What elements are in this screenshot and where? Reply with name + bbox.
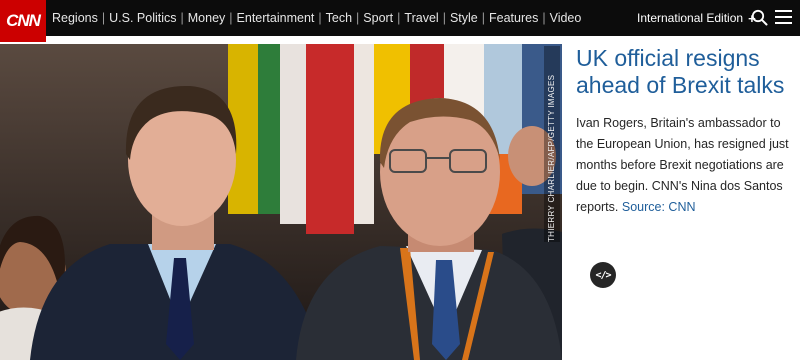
nav-link-us-politics[interactable]: U.S. Politics xyxy=(109,11,176,25)
edition-selector[interactable]: International Edition + xyxy=(637,0,756,36)
nav-separator: | xyxy=(101,11,106,25)
nav-link-sport[interactable]: Sport xyxy=(363,11,393,25)
search-icon[interactable] xyxy=(751,9,768,26)
embed-code-button[interactable]: </> xyxy=(590,262,616,288)
nav-separator: | xyxy=(356,11,360,25)
cnn-logo[interactable]: CNN xyxy=(0,0,46,42)
nav-separator: | xyxy=(542,11,546,25)
nav-separator: | xyxy=(442,11,446,25)
story-photo-illustration xyxy=(0,44,562,360)
nav-separator: | xyxy=(397,11,401,25)
code-icon: </> xyxy=(595,269,611,281)
nav-link-video[interactable]: Video xyxy=(550,11,582,25)
top-navigation-bar: CNN Regions | U.S. Politics | Money | Enter… xyxy=(0,0,800,42)
edition-label: International Edition xyxy=(637,11,744,25)
nav-link-features[interactable]: Features xyxy=(489,11,538,25)
nav-link-travel[interactable]: Travel xyxy=(404,11,438,25)
story-description: Ivan Rogers, Britain's ambassador to the… xyxy=(576,113,798,218)
nav-separator: | xyxy=(318,11,322,25)
nav-link-entertainment[interactable]: Entertainment xyxy=(237,11,315,25)
logo-text: CNN xyxy=(6,11,41,30)
menu-icon[interactable] xyxy=(775,10,792,24)
nav-separator: | xyxy=(481,11,485,25)
nav-link-regions[interactable]: Regions xyxy=(52,11,98,25)
story-photo[interactable] xyxy=(0,44,562,360)
nav-separator: | xyxy=(229,11,233,25)
nav-link-money[interactable]: Money xyxy=(188,11,226,25)
photo-credit-text: THIERRY CHARLIER/AFP/GETTY IMAGES xyxy=(547,74,556,242)
source-link[interactable]: Source: CNN xyxy=(622,200,696,214)
nav-link-style[interactable]: Style xyxy=(450,11,478,25)
section-links: Regions | U.S. Politics | Money | Entertain… xyxy=(52,0,581,36)
nav-link-tech[interactable]: Tech xyxy=(326,11,352,25)
story-headline[interactable]: UK official resigns ahead of Brexit talk… xyxy=(576,45,794,99)
nav-separator: | xyxy=(180,11,184,25)
photo-credit: THIERRY CHARLIER/AFP/GETTY IMAGES xyxy=(544,46,560,242)
